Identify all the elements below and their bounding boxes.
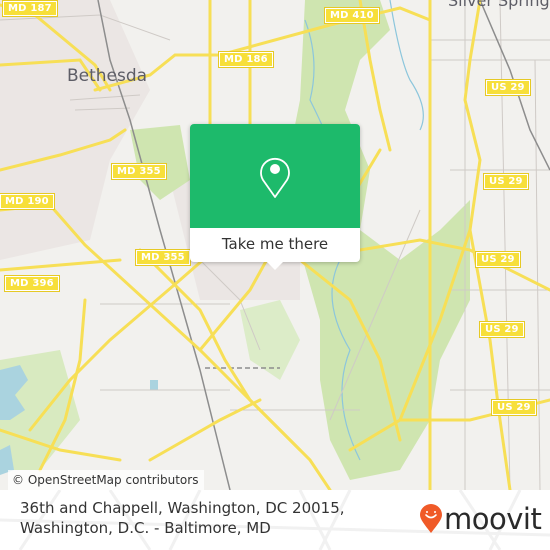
route-shield-us29: US 29 xyxy=(483,173,529,190)
route-shield-us29: US 29 xyxy=(491,399,537,416)
address: 36th and Chappell, Washington, DC 20015,… xyxy=(20,498,345,538)
location-popup: Take me there xyxy=(190,124,360,270)
address-line-1: 36th and Chappell, Washington, DC 20015, xyxy=(20,499,345,517)
moovit-pin-icon xyxy=(420,504,442,533)
place-label-silver-spring: Silver Spring xyxy=(448,0,550,10)
popup-header xyxy=(190,124,360,228)
route-shield-md396: MD 396 xyxy=(4,275,60,292)
take-me-there-button[interactable]: Take me there xyxy=(190,228,360,262)
popup-pointer xyxy=(266,261,284,270)
residential-area xyxy=(0,0,150,260)
route-shield-us29: US 29 xyxy=(485,79,531,96)
map-attribution[interactable]: © OpenStreetMap contributors xyxy=(8,470,205,490)
map[interactable]: Bethesda Silver Spring MD 187 MD 410 MD … xyxy=(0,0,550,490)
address-line-2: Washington, D.C. - Baltimore, MD xyxy=(20,519,271,537)
route-shield-md355: MD 355 xyxy=(135,249,191,266)
route-shield-md187: MD 187 xyxy=(2,0,58,17)
place-label-bethesda: Bethesda xyxy=(67,66,148,86)
route-shield-md355: MD 355 xyxy=(111,163,167,180)
stream xyxy=(389,0,424,131)
moovit-wordmark: moovit xyxy=(444,502,542,536)
footer: 36th and Chappell, Washington, DC 20015,… xyxy=(0,490,550,550)
route-shield-md410: MD 410 xyxy=(324,7,380,24)
route-shield-md186: MD 186 xyxy=(218,51,274,68)
pool xyxy=(150,380,158,390)
route-shield-md190: MD 190 xyxy=(0,193,55,210)
map-pin-icon xyxy=(260,157,290,198)
route-shield-us29: US 29 xyxy=(479,321,525,338)
route-shield-us29: US 29 xyxy=(475,251,521,268)
